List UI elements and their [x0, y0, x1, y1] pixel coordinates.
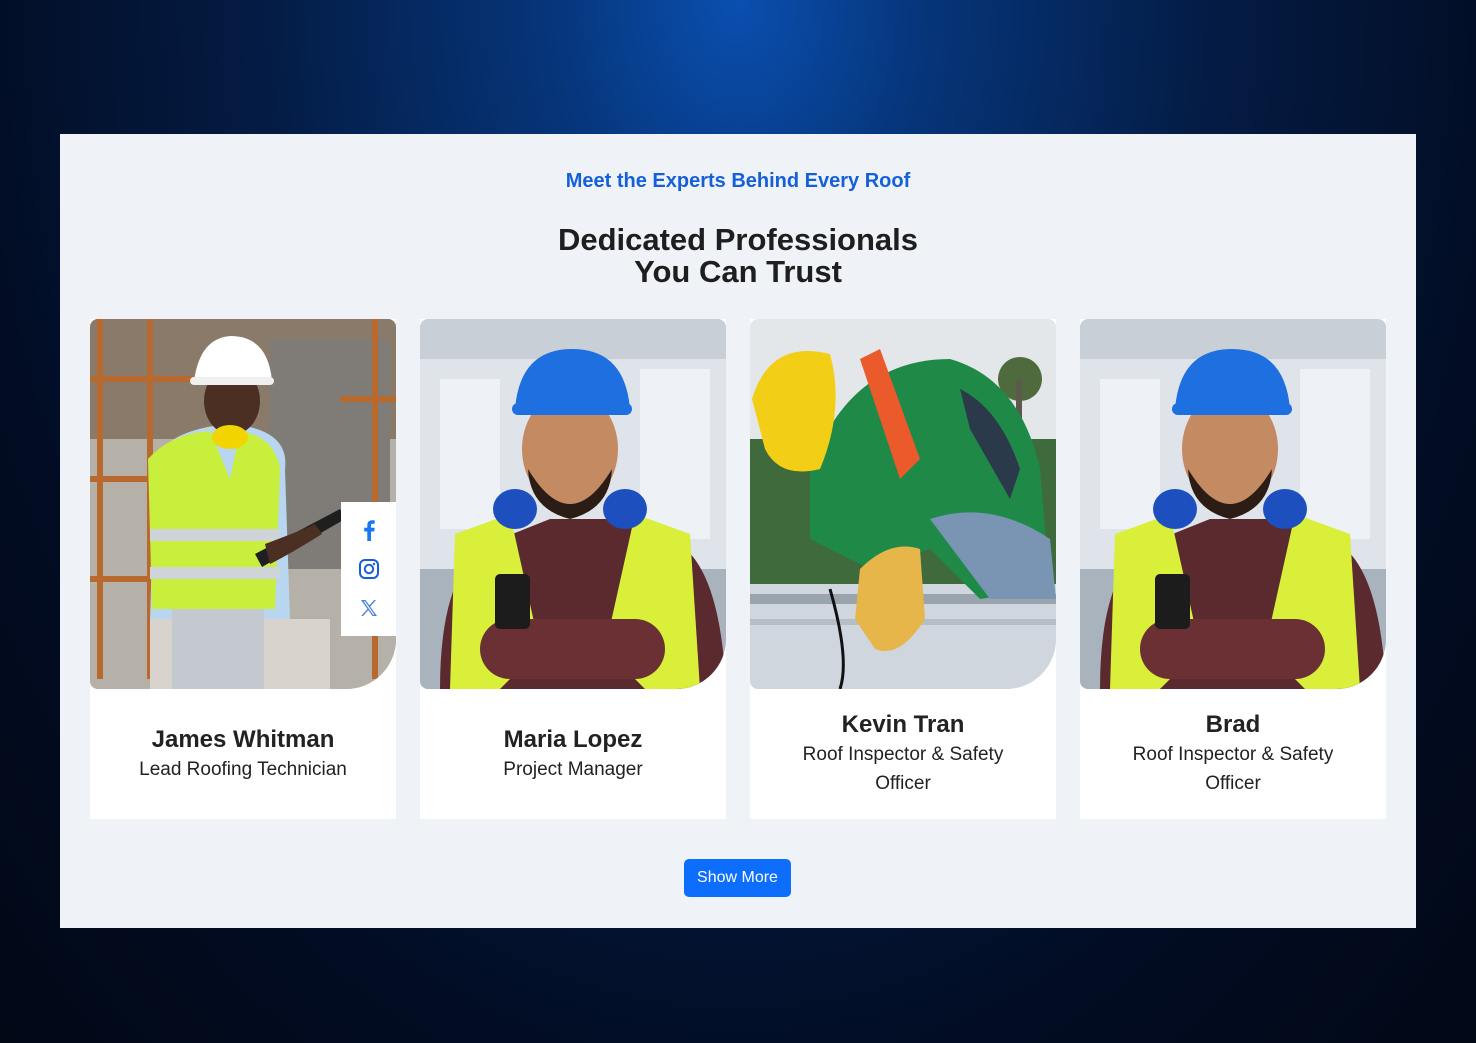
team-name: Kevin Tran [841, 711, 965, 738]
team-info: James Whitman Lead Roofing Technician [90, 689, 396, 819]
team-role: Lead Roofing Technician [139, 758, 347, 780]
team-name: Brad [1205, 711, 1261, 738]
team-photo-maria-lopez [420, 319, 726, 689]
team-card-kevin-tran[interactable]: Kevin Tran Roof Inspector & Safety Offic… [750, 319, 1056, 819]
team-role: Project Manager [503, 758, 643, 780]
team-section: Meet the Experts Behind Every Roof Dedic… [60, 134, 1416, 928]
team-name: James Whitman [151, 725, 335, 753]
heading-line-1: Dedicated Professionals [557, 222, 919, 257]
social-links [341, 502, 396, 636]
team-name: Maria Lopez [503, 725, 643, 753]
instagram-icon[interactable] [358, 558, 380, 580]
team-cards: James Whitman Lead Roofing Technician Ma… [90, 319, 1386, 819]
facebook-icon[interactable] [358, 519, 380, 541]
team-info: Kevin Tran Roof Inspector & Safety Offic… [750, 689, 1056, 819]
section-heading: Dedicated Professionals You Can Trust [60, 224, 1416, 288]
x-twitter-icon[interactable] [358, 597, 380, 619]
show-more-button[interactable]: Show More [684, 859, 791, 897]
heading-line-2: You Can Trust [634, 254, 842, 289]
team-role: Roof Inspector & Safety Officer [802, 744, 1004, 794]
team-photo-brad [1080, 319, 1386, 689]
team-card-brad[interactable]: Brad Roof Inspector & Safety Officer [1080, 319, 1386, 819]
team-info: Maria Lopez Project Manager [420, 689, 726, 819]
team-info: Brad Roof Inspector & Safety Officer [1080, 689, 1386, 819]
team-photo-kevin-tran [750, 319, 1056, 689]
team-role: Roof Inspector & Safety Officer [1132, 744, 1334, 794]
section-eyebrow: Meet the Experts Behind Every Roof [565, 170, 911, 192]
team-card-maria-lopez[interactable]: Maria Lopez Project Manager [420, 319, 726, 819]
team-card-james-whitman[interactable]: James Whitman Lead Roofing Technician [90, 319, 396, 819]
